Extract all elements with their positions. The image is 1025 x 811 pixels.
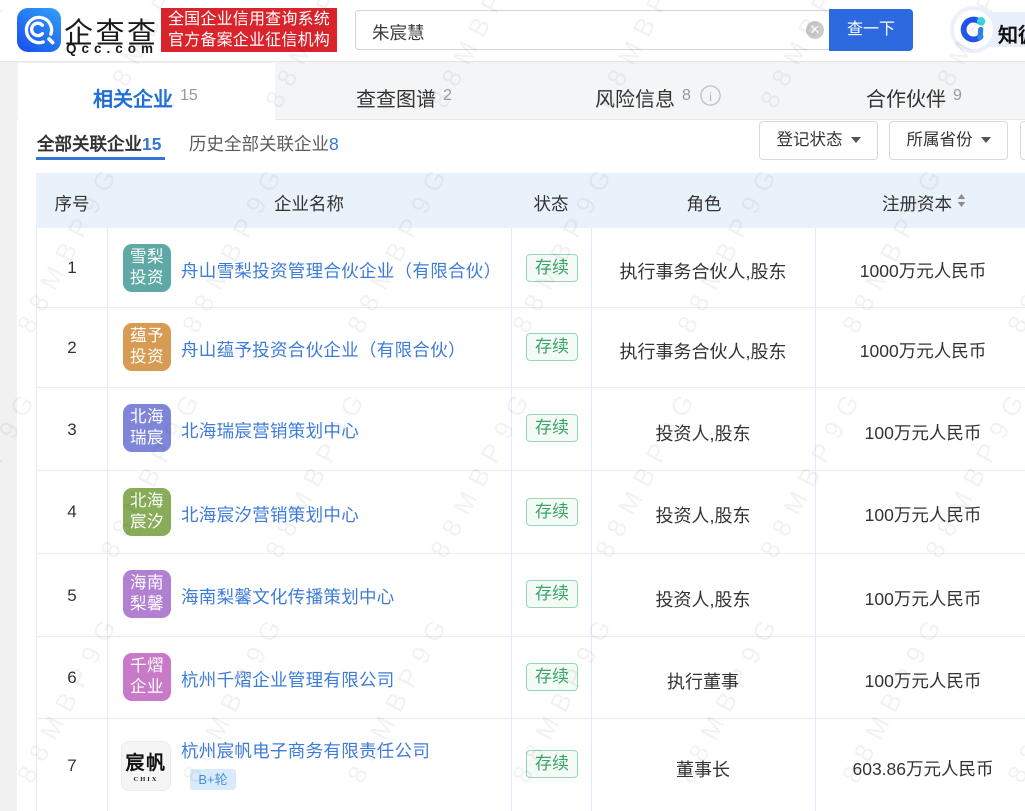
svg-text:i: i [709, 89, 713, 103]
